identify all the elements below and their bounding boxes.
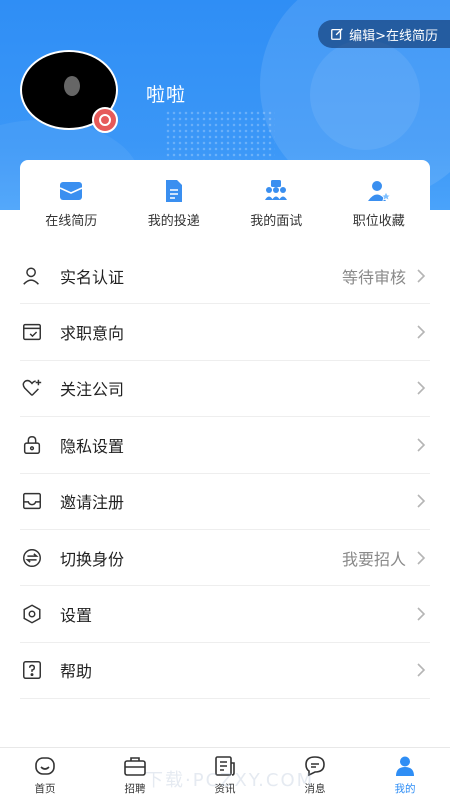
menu-item-privacy[interactable]: 隐私设置 [20, 417, 430, 474]
tab-jobs[interactable]: 招聘 [90, 748, 180, 800]
menu-item-real-name[interactable]: 实名认证 等待审核 [20, 248, 430, 305]
menu-label: 实名认证 [60, 267, 125, 287]
edit-resume-label: 编辑>在线简历 [349, 28, 438, 44]
quick-my-deliveries[interactable]: 我的投递 [124, 178, 224, 229]
quick-actions-card: 在线简历 我的投递 我的面试 职位收藏 [20, 160, 430, 238]
menu-label: 设置 [60, 606, 93, 626]
edit-icon [331, 28, 343, 40]
settings-hex-icon [20, 602, 44, 626]
quick-my-interviews[interactable]: 我的面试 [226, 178, 326, 229]
chevron-right-icon [417, 494, 426, 508]
tab-label: 资讯 [214, 783, 236, 795]
chevron-right-icon [417, 663, 426, 677]
chevron-right-icon [417, 325, 426, 339]
chevron-right-icon [417, 438, 426, 452]
quick-action-label: 我的投递 [147, 214, 200, 229]
quick-saved-jobs[interactable]: 职位收藏 [329, 178, 429, 229]
help-icon [20, 658, 44, 682]
inbox-icon [20, 489, 44, 513]
tab-messages[interactable]: 消息 [270, 748, 360, 800]
menu-label: 帮助 [60, 662, 93, 682]
tab-label: 消息 [304, 783, 326, 795]
quick-action-label: 职位收藏 [352, 214, 405, 229]
menu-item-help[interactable]: 帮助 [20, 643, 430, 700]
chevron-right-icon [417, 381, 426, 396]
menu-item-settings[interactable]: 设置 [20, 586, 430, 643]
avatar-image [64, 76, 80, 96]
settings-menu: 实名认证 等待审核 求职意向 关注公司 隐私设置 邀请注册 切换身份 我要招人 … [0, 248, 450, 700]
menu-label: 邀请注册 [60, 493, 125, 513]
mail-tray-icon [59, 182, 83, 200]
menu-value: 我要招人 [341, 549, 406, 569]
tab-news[interactable]: 资讯 [180, 748, 270, 800]
interview-icon [265, 180, 288, 200]
lock-icon [20, 433, 44, 457]
message-icon [305, 756, 325, 777]
menu-value: 等待审核 [341, 267, 406, 287]
menu-item-followed-companies[interactable]: 关注公司 [20, 361, 430, 418]
tab-label: 首页 [34, 783, 56, 795]
chevron-right-icon [417, 607, 426, 621]
header-dots-pattern [165, 110, 275, 160]
menu-label: 求职意向 [60, 324, 125, 344]
heart-plus-icon [20, 376, 44, 400]
tab-me[interactable]: 我的 [360, 748, 450, 800]
quick-action-label: 在线简历 [45, 214, 98, 229]
header-decoration [310, 40, 420, 150]
document-icon [165, 180, 182, 202]
profile-icon [396, 756, 414, 776]
edit-resume-button[interactable]: 编辑>在线简历 [318, 20, 450, 48]
home-icon [35, 757, 55, 775]
user-star-icon [367, 181, 392, 202]
tab-home[interactable]: 首页 [0, 748, 90, 800]
username: 啦啦 [146, 84, 187, 106]
menu-label: 关注公司 [60, 380, 125, 400]
briefcase-icon [124, 757, 146, 776]
menu-item-switch-identity[interactable]: 切换身份 我要招人 [20, 530, 430, 587]
menu-label: 隐私设置 [60, 436, 125, 456]
menu-item-invite[interactable]: 邀请注册 [20, 474, 430, 530]
menu-label: 切换身份 [60, 549, 125, 569]
quick-online-resume[interactable]: 在线简历 [21, 178, 121, 229]
intention-icon [20, 320, 44, 344]
switch-icon [20, 546, 44, 570]
profile-page: 编辑>在线简历 啦啦 在线简历 我的投递 我的面试 职位收藏 实名认证 等待审核… [0, 0, 450, 800]
quick-action-label: 我的面试 [250, 214, 303, 229]
chevron-right-icon [417, 551, 426, 565]
news-icon [215, 756, 235, 776]
tab-label: 招聘 [124, 783, 146, 795]
bottom-tab-bar: 首页 招聘 资讯 消息 我的 下载·PCZXY.COM [0, 747, 450, 800]
chevron-right-icon [417, 269, 426, 283]
tab-label: 我的 [394, 783, 416, 795]
menu-item-job-intention[interactable]: 求职意向 [20, 304, 430, 361]
avatar-badge-icon[interactable] [92, 107, 118, 133]
user-outline-icon [20, 264, 44, 288]
